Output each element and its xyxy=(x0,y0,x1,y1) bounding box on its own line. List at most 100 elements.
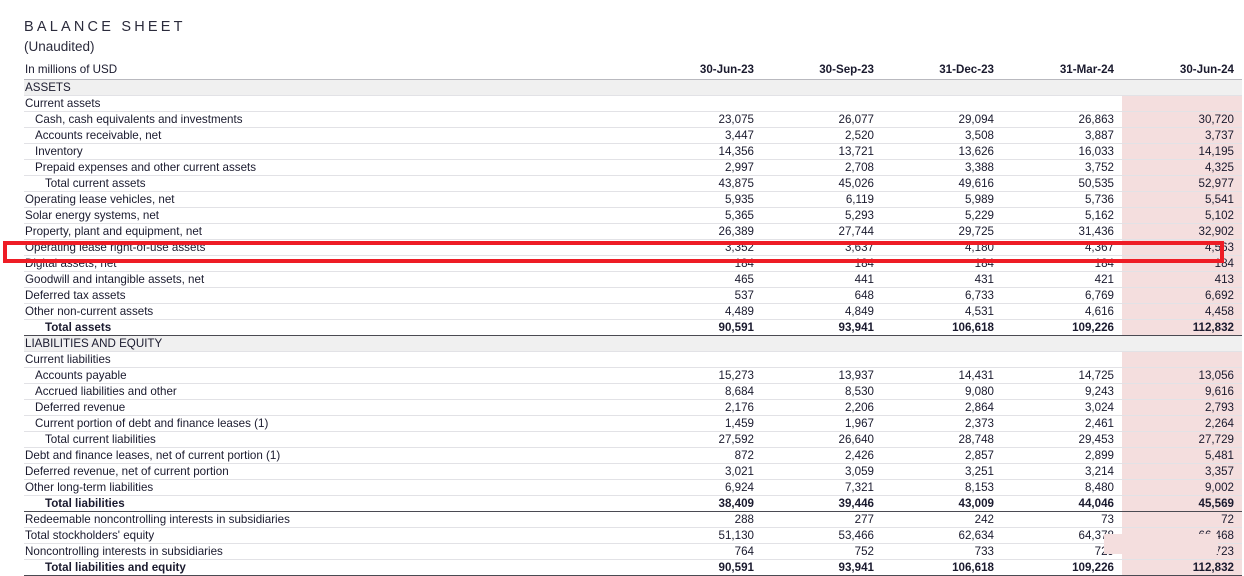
table-row: Other long-term liabilities6,9247,3218,1… xyxy=(24,480,1242,496)
table-row: LIABILITIES AND EQUITY xyxy=(24,336,1242,352)
row-value: 14,431 xyxy=(882,368,1002,384)
row-value: 5,293 xyxy=(762,208,882,224)
row-value: 26,863 xyxy=(1002,112,1122,128)
row-value xyxy=(882,96,1002,112)
table-row: Accrued liabilities and other8,6848,5309… xyxy=(24,384,1242,400)
row-value: 43,009 xyxy=(882,496,1002,512)
row-value: 26,077 xyxy=(762,112,882,128)
table-row: Total liabilities and equity90,59193,941… xyxy=(24,560,1242,576)
row-label: Accounts receivable, net xyxy=(24,128,642,144)
row-value: 2,793 xyxy=(1122,400,1242,416)
table-row: Inventory14,35613,72113,62616,03314,195 xyxy=(24,144,1242,160)
row-value: 5,229 xyxy=(882,208,1002,224)
row-value xyxy=(642,80,762,96)
row-value: 15,273 xyxy=(642,368,762,384)
table-row: Total assets90,59193,941106,618109,22611… xyxy=(24,320,1242,336)
row-label: Goodwill and intangible assets, net xyxy=(24,272,642,288)
row-value: 4,531 xyxy=(882,304,1002,320)
row-value: 26,389 xyxy=(642,224,762,240)
row-value: 28,748 xyxy=(882,432,1002,448)
row-value: 27,744 xyxy=(762,224,882,240)
row-value xyxy=(762,80,882,96)
row-value: 5,162 xyxy=(1002,208,1122,224)
row-value: 5,541 xyxy=(1122,192,1242,208)
row-value: 9,080 xyxy=(882,384,1002,400)
row-value: 14,195 xyxy=(1122,144,1242,160)
row-label: Digital assets, net xyxy=(24,256,642,272)
row-value: 9,616 xyxy=(1122,384,1242,400)
row-value: 413 xyxy=(1122,272,1242,288)
row-value: 2,426 xyxy=(762,448,882,464)
row-value: 32,902 xyxy=(1122,224,1242,240)
row-value: 184 xyxy=(882,256,1002,272)
row-value: 4,180 xyxy=(882,240,1002,256)
row-label: Total liabilities xyxy=(24,496,642,512)
row-value: 27,729 xyxy=(1122,432,1242,448)
row-label: Other long-term liabilities xyxy=(24,480,642,496)
column-header-3: 31-Mar-24 xyxy=(1002,61,1122,80)
row-value: 23,075 xyxy=(642,112,762,128)
row-value: 31,436 xyxy=(1002,224,1122,240)
table-row: Solar energy systems, net5,3655,2935,229… xyxy=(24,208,1242,224)
table-row: Noncontrolling interests in subsidiaries… xyxy=(24,544,1242,560)
row-value: 3,388 xyxy=(882,160,1002,176)
row-value: 16,033 xyxy=(1002,144,1122,160)
table-row: Cash, cash equivalents and investments23… xyxy=(24,112,1242,128)
row-value xyxy=(642,96,762,112)
table-row: Current liabilities xyxy=(24,352,1242,368)
row-label: Deferred revenue xyxy=(24,400,642,416)
row-value: 5,365 xyxy=(642,208,762,224)
table-row: Current assets xyxy=(24,96,1242,112)
row-value: 112,832 xyxy=(1122,320,1242,336)
row-value: 44,046 xyxy=(1002,496,1122,512)
row-value: 6,119 xyxy=(762,192,882,208)
row-value: 62,634 xyxy=(882,528,1002,544)
column-header-4: 30-Jun-24 xyxy=(1122,61,1242,80)
table-row: Accounts payable15,27313,93714,43114,725… xyxy=(24,368,1242,384)
table-row: Total stockholders' equity51,13053,46662… xyxy=(24,528,1242,544)
row-value: 106,618 xyxy=(882,320,1002,336)
row-value: 4,367 xyxy=(1002,240,1122,256)
row-value: 3,508 xyxy=(882,128,1002,144)
row-value: 3,737 xyxy=(1122,128,1242,144)
row-value: 3,024 xyxy=(1002,400,1122,416)
row-value xyxy=(762,352,882,368)
row-value: 106,618 xyxy=(882,560,1002,576)
units-label: In millions of USD xyxy=(24,61,642,80)
table-row: Deferred revenue, net of current portion… xyxy=(24,464,1242,480)
table-row: Deferred tax assets5376486,7336,7696,692 xyxy=(24,288,1242,304)
row-value: 6,769 xyxy=(1002,288,1122,304)
table-row: Total current assets43,87545,02649,61650… xyxy=(24,176,1242,192)
row-value: 3,214 xyxy=(1002,464,1122,480)
row-value xyxy=(1002,336,1122,352)
row-value: 9,243 xyxy=(1002,384,1122,400)
row-value: 4,563 xyxy=(1122,240,1242,256)
row-value: 6,924 xyxy=(642,480,762,496)
table-row: Other non-current assets4,4894,8494,5314… xyxy=(24,304,1242,320)
table-row: Prepaid expenses and other current asset… xyxy=(24,160,1242,176)
row-value: 733 xyxy=(882,544,1002,560)
row-value: 8,480 xyxy=(1002,480,1122,496)
row-value: 4,325 xyxy=(1122,160,1242,176)
row-value: 13,937 xyxy=(762,368,882,384)
row-label: Deferred tax assets xyxy=(24,288,642,304)
row-value: 2,857 xyxy=(882,448,1002,464)
row-label: Redeemable noncontrolling interests in s… xyxy=(24,512,642,528)
row-value: 93,941 xyxy=(762,560,882,576)
row-value: 43,875 xyxy=(642,176,762,192)
row-value: 3,021 xyxy=(642,464,762,480)
row-label: Total stockholders' equity xyxy=(24,528,642,544)
row-label: Total liabilities and equity xyxy=(24,560,642,576)
row-value xyxy=(882,80,1002,96)
row-value: 45,569 xyxy=(1122,496,1242,512)
balance-sheet-page: BALANCE SHEET (Unaudited) In millions of… xyxy=(0,0,1244,554)
table-body: ASSETSCurrent assetsCash, cash equivalen… xyxy=(24,80,1242,576)
row-label: Current liabilities xyxy=(24,352,642,368)
row-value: 441 xyxy=(762,272,882,288)
row-value: 13,721 xyxy=(762,144,882,160)
table-row: Digital assets, net184184184184184 xyxy=(24,256,1242,272)
row-value: 7,321 xyxy=(762,480,882,496)
row-value: 465 xyxy=(642,272,762,288)
row-value: 5,481 xyxy=(1122,448,1242,464)
row-value: 73 xyxy=(1002,512,1122,528)
